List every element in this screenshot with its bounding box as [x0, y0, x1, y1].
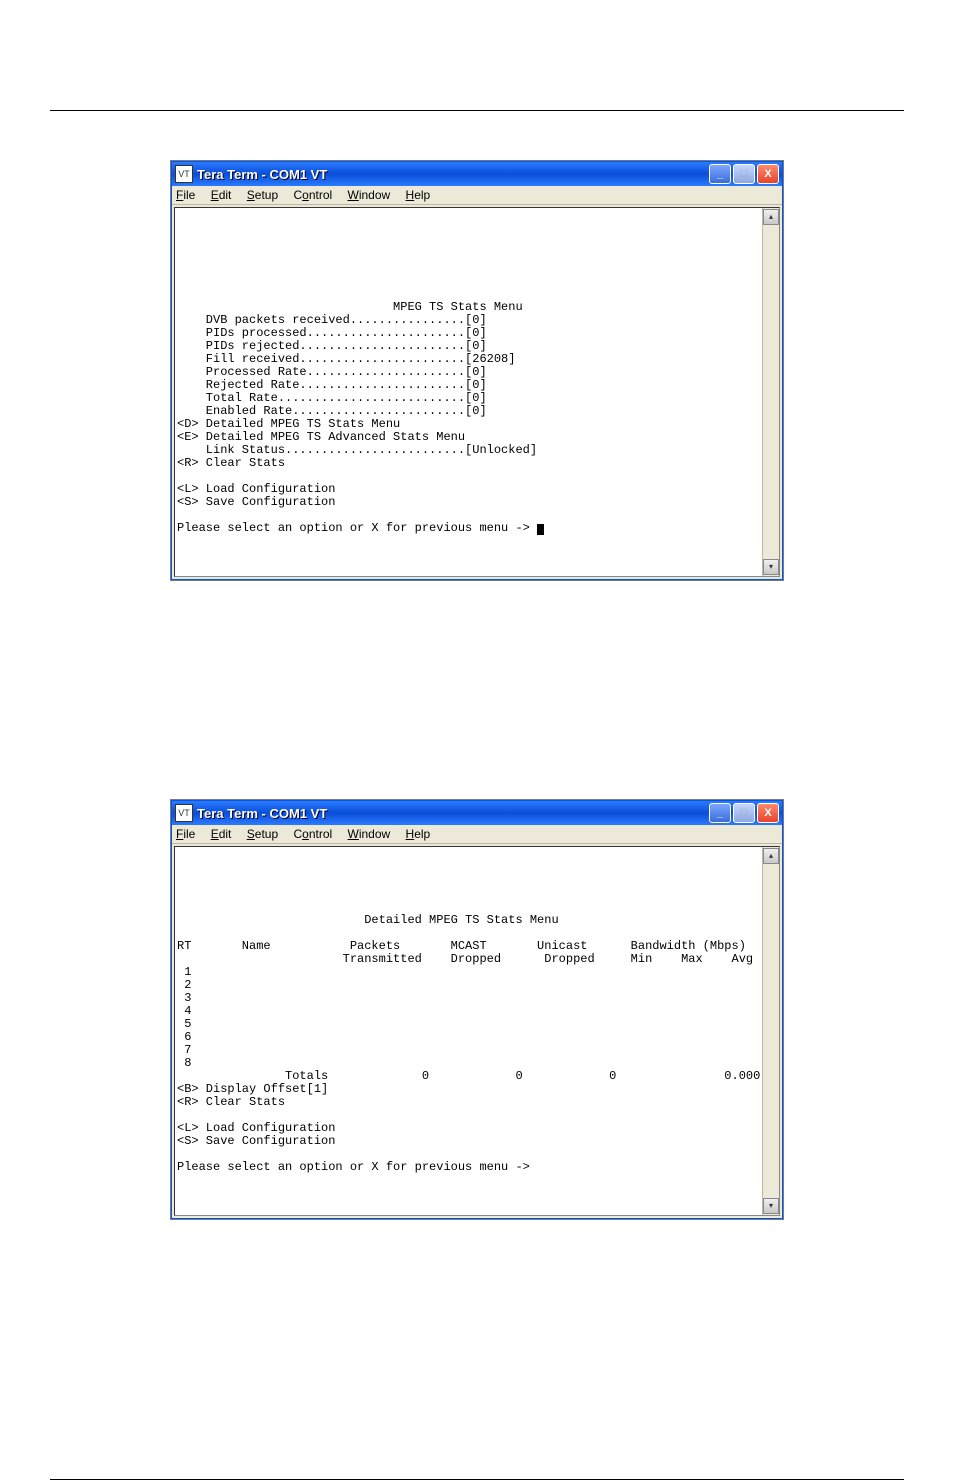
menu-control[interactable]: Control — [293, 188, 332, 202]
scroll-up-button[interactable]: ▴ — [763, 848, 779, 864]
scroll-down-button[interactable]: ▾ — [763, 1198, 779, 1214]
close-button[interactable]: X — [757, 803, 779, 823]
maximize-button[interactable]: □ — [733, 803, 755, 823]
minimize-button[interactable]: _ — [709, 803, 731, 823]
window-title: Tera Term - COM1 VT — [197, 806, 707, 821]
window-title: Tera Term - COM1 VT — [197, 167, 707, 182]
close-button[interactable]: X — [757, 164, 779, 184]
menu-file[interactable]: File — [176, 827, 195, 841]
menu-help[interactable]: Help — [406, 188, 431, 202]
terminal-window-2: VT Tera Term - COM1 VT _ □ X File Edit S… — [171, 800, 783, 1219]
menu-setup[interactable]: Setup — [247, 188, 278, 202]
titlebar[interactable]: VT Tera Term - COM1 VT _ □ X — [172, 162, 782, 186]
terminal-window-1: VT Tera Term - COM1 VT _ □ X File Edit S… — [171, 161, 783, 580]
titlebar[interactable]: VT Tera Term - COM1 VT _ □ X — [172, 801, 782, 825]
app-icon: VT — [175, 165, 193, 183]
menubar[interactable]: File Edit Setup Control Window Help — [172, 825, 782, 844]
scrollbar[interactable]: ▴ ▾ — [762, 847, 779, 1215]
scroll-track[interactable] — [763, 865, 779, 1197]
prompt-line: Please select an option or X for previou… — [177, 521, 537, 535]
app-icon: VT — [175, 804, 193, 822]
menu-edit[interactable]: Edit — [211, 827, 232, 841]
menu-help[interactable]: Help — [406, 827, 431, 841]
menu-setup[interactable]: Setup — [247, 827, 278, 841]
terminal-area[interactable]: MPEG TS Stats Menu DVB packets received.… — [174, 207, 780, 577]
menu-window[interactable]: Window — [348, 827, 391, 841]
scrollbar[interactable]: ▴ ▾ — [762, 208, 779, 576]
scroll-up-button[interactable]: ▴ — [763, 209, 779, 225]
menu-control[interactable]: Control — [293, 827, 332, 841]
minimize-button[interactable]: _ — [709, 164, 731, 184]
menu-edit[interactable]: Edit — [211, 188, 232, 202]
menu-window[interactable]: Window — [348, 188, 391, 202]
menu-file[interactable]: File — [176, 188, 195, 202]
terminal-area[interactable]: Detailed MPEG TS Stats Menu RT Name Pack… — [174, 846, 780, 1216]
maximize-button[interactable]: □ — [733, 164, 755, 184]
menubar[interactable]: File Edit Setup Control Window Help — [172, 186, 782, 205]
cursor — [537, 524, 544, 535]
top-rule — [50, 110, 904, 111]
scroll-down-button[interactable]: ▾ — [763, 559, 779, 575]
scroll-track[interactable] — [763, 226, 779, 558]
